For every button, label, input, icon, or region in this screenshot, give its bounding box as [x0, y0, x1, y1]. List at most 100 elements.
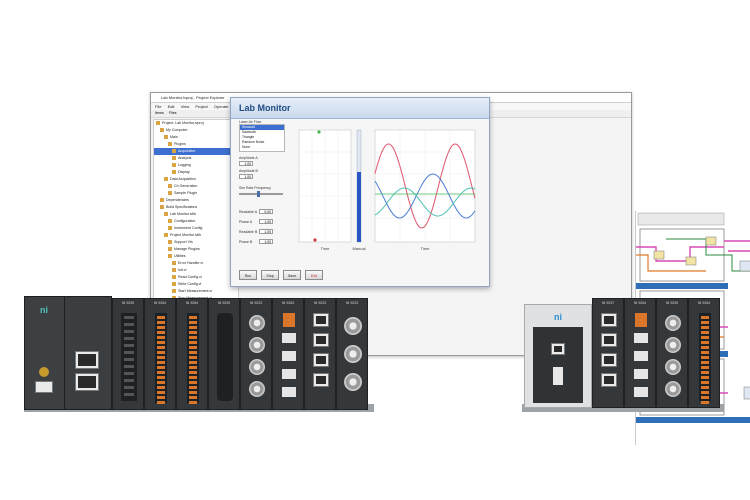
terminal-pin [704, 391, 709, 394]
tree-item[interactable]: Write Config.vi [154, 281, 238, 288]
menu-operate[interactable]: Operate [214, 104, 228, 109]
io-module: NI 9205 [208, 298, 240, 410]
menu-project[interactable]: Project [195, 104, 207, 109]
menu-view[interactable]: View [181, 104, 190, 109]
tree-item[interactable]: Utilities [154, 253, 238, 260]
terminal-pin [160, 366, 165, 369]
tree-item[interactable]: Start Measurement.vi [154, 288, 238, 295]
exit-button[interactable]: Exit [305, 270, 323, 280]
rj45-port [601, 333, 617, 347]
terminal-pin [704, 326, 709, 329]
terminal-pin [192, 351, 197, 354]
terminal-pin [160, 356, 165, 359]
param-input[interactable]: 0.00 [259, 209, 273, 214]
terminal-pin [192, 331, 197, 334]
tree-item[interactable]: Sample Plugin [154, 190, 238, 197]
terminal-pin [192, 366, 197, 369]
bnc-connector [249, 359, 265, 375]
tab-items[interactable]: Items [155, 111, 164, 115]
tree-item-label: Init.vi [178, 268, 187, 272]
terminal-pin [704, 381, 709, 384]
slider-xlabel: Manual [352, 246, 365, 251]
tree-item[interactable]: Project: Lab Monitor.lvproj [154, 120, 238, 127]
amplitude-input-1[interactable]: 1.00 [239, 161, 253, 166]
tree-item[interactable]: Configuration [154, 218, 238, 225]
terminal-pin [160, 381, 165, 384]
frequency-slider[interactable] [239, 193, 283, 195]
folder-icon [160, 198, 164, 203]
terminal-pin [192, 386, 197, 389]
tree-item-label: Read Config.vi [178, 275, 202, 279]
tree-item-label: Support VIs [174, 240, 193, 244]
rj45-port [313, 333, 329, 347]
amplitude-input-2[interactable]: 1.00 [239, 174, 253, 179]
tree-item[interactable]: Lab Monitor.lvlib [154, 211, 238, 218]
terminal-slot [124, 372, 134, 375]
tree-item[interactable]: Read Config.vi [154, 274, 238, 281]
bnc-connector [665, 381, 681, 397]
rj45-port [313, 353, 329, 367]
save-button[interactable]: Save [283, 270, 301, 280]
strain-connector [282, 387, 296, 397]
menu-file[interactable]: File [155, 104, 161, 109]
param-input[interactable]: 1.00 [259, 229, 273, 234]
right-graph-xlabel: Time [421, 246, 431, 251]
tree-item[interactable]: Acquisition [154, 148, 238, 155]
io-module: NI 9205 [112, 298, 144, 410]
tree-item[interactable]: Main [154, 134, 238, 141]
io-module: NI 9263 [272, 298, 304, 410]
stop-button[interactable]: Stop [261, 270, 279, 280]
tree-item-label: Manage Plugins [174, 247, 200, 251]
param-input[interactable]: 1.00 [259, 219, 273, 224]
tree-item[interactable]: Logging [154, 162, 238, 169]
usb-port-right [551, 343, 565, 355]
tree-item[interactable]: Project Monitor.lvlib [154, 232, 238, 239]
terminal-pin [704, 376, 709, 379]
tree-item[interactable]: Support VIs [154, 239, 238, 246]
terminal-slot [124, 365, 134, 368]
terminal-pin [704, 341, 709, 344]
tree-item-label: Analysis [178, 156, 192, 160]
tree-item[interactable]: Build Specifications [154, 204, 238, 211]
param-label: Readable B [239, 230, 258, 234]
terminal-pin [160, 316, 165, 319]
folder-icon [168, 240, 172, 245]
module-label: NI 9264 [153, 301, 167, 305]
module-label: NI 9223 [345, 301, 359, 305]
param-label: Readable A [239, 210, 258, 214]
menu-edit[interactable]: Edit [168, 104, 175, 109]
tree-item[interactable]: Analysis [154, 155, 238, 162]
folder-icon [172, 268, 176, 273]
tree-item[interactable]: Instrument Config [154, 225, 238, 232]
frequency-label: Sim Rate Frequency [239, 186, 271, 190]
terminal-pin [192, 336, 197, 339]
bnc-connector [249, 381, 265, 397]
terminal-pin [160, 371, 165, 374]
sma-connector [39, 367, 49, 377]
tree-item[interactable]: Init.vi [154, 267, 238, 274]
tree-item[interactable]: Dependencies [154, 197, 238, 204]
tab-files[interactable]: Files [169, 111, 177, 115]
terminal-pin [192, 361, 197, 364]
run-button[interactable]: Run [239, 270, 257, 280]
tree-item[interactable]: Display [154, 169, 238, 176]
folder-icon [172, 170, 176, 175]
io-module: NI 9223 [304, 298, 336, 410]
terminal-pin [192, 371, 197, 374]
io-module: NI 9223 [336, 298, 368, 410]
tree-item[interactable]: Manage Plugins [154, 246, 238, 253]
waveform-listbox[interactable]: Sinusoid Sawtooth Triangle Random Noise … [239, 124, 285, 152]
tree-item[interactable]: Plugins [154, 141, 238, 148]
tree-item-label: Error Handler.vi [178, 261, 203, 265]
tree-item[interactable]: Data Acquisition [154, 176, 238, 183]
tree-item[interactable]: Ch Generation [154, 183, 238, 190]
tree-item[interactable]: Error Handler.vi [154, 260, 238, 267]
terminal-slot [124, 330, 134, 333]
list-item[interactable]: None [240, 145, 284, 150]
tree-item[interactable]: My Computer [154, 127, 238, 134]
param-input[interactable]: 1.00 [259, 239, 273, 244]
frequency-slider-thumb[interactable] [257, 191, 260, 197]
param-label: Phase A [239, 220, 253, 224]
terminal-slot [124, 358, 134, 361]
tree-item-label: My Computer [166, 128, 188, 132]
